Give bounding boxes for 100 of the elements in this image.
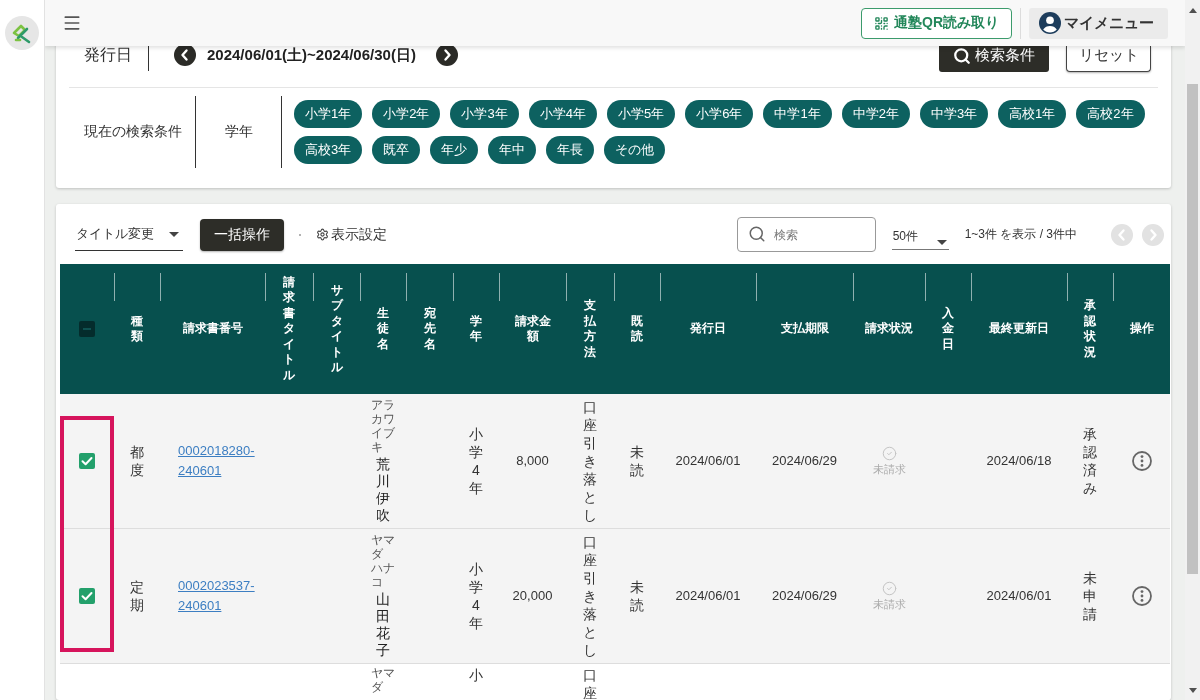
page-size-select[interactable]: 50件 [891,219,949,250]
column-header: 種類 [114,264,160,394]
column-header: 既読 [614,264,660,394]
display-settings-link[interactable]: 表示設定 [316,225,387,244]
table-cell: 2024/06/01 [660,394,756,529]
column-header: 承認状況 [1067,264,1113,394]
table-cell: 承認済み [1067,394,1113,529]
column-header: 操作 [1113,264,1170,394]
menu-icon[interactable] [62,13,82,33]
filter-chip: 小学4年 [528,100,597,128]
settings-icon [316,228,329,241]
furigana-text: ハナコ [371,561,395,589]
filter-chip: 高校2年 [1076,100,1145,128]
filter-chip: 中学2年 [841,100,910,128]
search-conditions-button[interactable]: 検索条件 [939,46,1049,72]
filter-chip: 小学2年 [372,100,441,128]
reset-button[interactable]: リセット [1066,46,1151,72]
filter-chip: 中学1年 [763,100,832,128]
title-select[interactable]: タイトル変更 [75,218,183,251]
row-checkbox[interactable] [79,588,95,604]
chevron-left-icon[interactable] [174,44,196,66]
filter-chip: 小学3年 [450,100,519,128]
furigana-text: ヤマダ [371,666,395,694]
table-cell: 未読 [614,528,660,664]
column-header: サブタイトル [313,264,360,394]
filter-chip: 小学5年 [606,100,676,128]
table-cell: 2024/06/18 [971,394,1067,529]
filter-chip: 年少 [430,136,479,164]
table-row[interactable]: 都度 0002018280-240601 アラカワ イブキ 荒川伊吹 小学4年 8,000 口座引き落とし 未読 2024/06/01 2024/06/29 未請求 2024/06/18 承認済み [60,394,1170,529]
row-checkbox[interactable] [79,453,95,469]
column-header: 請求金額 [499,264,566,394]
caret-icon [936,239,947,245]
my-menu-button[interactable]: マイメニュー [1029,7,1168,39]
student-name: 荒川伊吹 [376,456,390,524]
furigana-text: ヤマダ [371,533,395,561]
scrollbar-thumb[interactable] [1187,84,1198,574]
table-row[interactable]: 定期 0002023537-240601 ヤマダ ハナコ 山田花子 小学4年 20,000 口座引き落とし 未読 2024/06/01 2024/06/29 未請求 2024/06/01 未申請 [60,528,1170,664]
student-name: 山田花子 [376,591,390,659]
table-cell: 2024/06/29 [756,528,853,664]
filter-chip: 高校3年 [294,136,363,164]
qr-code-icon [874,15,889,31]
condition-name: 学年 [223,123,254,141]
check-circle-icon [881,446,897,461]
caret-icon [169,231,179,237]
bulk-action-button[interactable]: 一括操作 [200,218,284,251]
check-circle-icon [881,581,897,596]
chevron-right-icon[interactable] [435,44,458,66]
column-header: 生徒名 [360,264,406,394]
furigana-text: イブキ [371,426,395,454]
filter-chip: 既卒 [372,136,421,164]
filter-chip: 小学6年 [685,100,754,128]
scrollbar-track[interactable] [1185,0,1200,700]
search-icon [953,46,971,65]
select-all-checkbox[interactable] [79,321,95,337]
status-text: 未請求 [872,597,906,611]
filter-chip: 年中 [488,136,537,164]
scroll-up-icon[interactable] [1188,8,1197,13]
table-cell: 2024/06/01 [971,528,1067,664]
search-field[interactable]: 検索 [736,217,876,252]
invoice-link[interactable]: 0002023537-240601 [178,576,261,616]
column-header: 請求状況 [853,264,925,394]
range-info: 1~3件 を表示 / 3件中 [964,226,1077,243]
table-cell: 2024/06/01 [660,528,756,664]
qr-scan-button[interactable]: 通塾QR読み取り [861,7,1012,39]
conditions-label: 現在の検索条件 [84,123,183,141]
column-header: 宛先名 [406,264,453,394]
table-cell: 2024/06/29 [756,394,853,529]
date-range: 2024/06/01(土)~2024/06/30(日) [207,45,416,65]
column-header: 学年 [453,264,499,394]
date-label: 発行日 [84,44,132,65]
column-header: 支払期限 [756,264,853,394]
column-header: 請求書番号 [160,264,265,394]
table-cell: 小 [453,663,499,700]
filter-chip: 小学1年 [294,100,363,128]
column-header: 最終更新日 [971,264,1067,394]
table-cell: 小学4年 [453,528,499,664]
table-cell: 定期 [114,528,160,664]
filter-chip: 中学3年 [919,100,989,128]
filter-chip: 高校1年 [998,100,1067,128]
table-row[interactable]: ヤマダ 小 口座 [60,663,1170,700]
filter-chip: その他 [604,136,666,164]
user-avatar-icon [1039,12,1061,34]
column-header: 支払方法 [566,264,614,394]
invoice-link[interactable]: 0002018280-240601 [178,441,261,481]
logo-icon[interactable] [5,16,39,50]
table-cell: 口座 [566,663,614,700]
status-text: 未請求 [872,462,906,476]
table-cell: 口座引き落とし [566,528,614,664]
more-options-icon[interactable] [1131,586,1152,606]
column-header: 発行日 [660,264,756,394]
search-icon [747,225,766,243]
more-options-icon[interactable] [1131,451,1152,471]
table-cell: 口座引き落とし [566,394,614,529]
table-cell: 小学4年 [453,394,499,529]
scroll-down-icon[interactable] [1188,688,1197,693]
table-cell: 8,000 [499,394,566,529]
column-header: 入金日 [925,264,971,394]
furigana-text: アラカワ [371,398,395,426]
filter-chip: 年長 [546,136,595,164]
table-cell: 未読 [614,394,660,529]
